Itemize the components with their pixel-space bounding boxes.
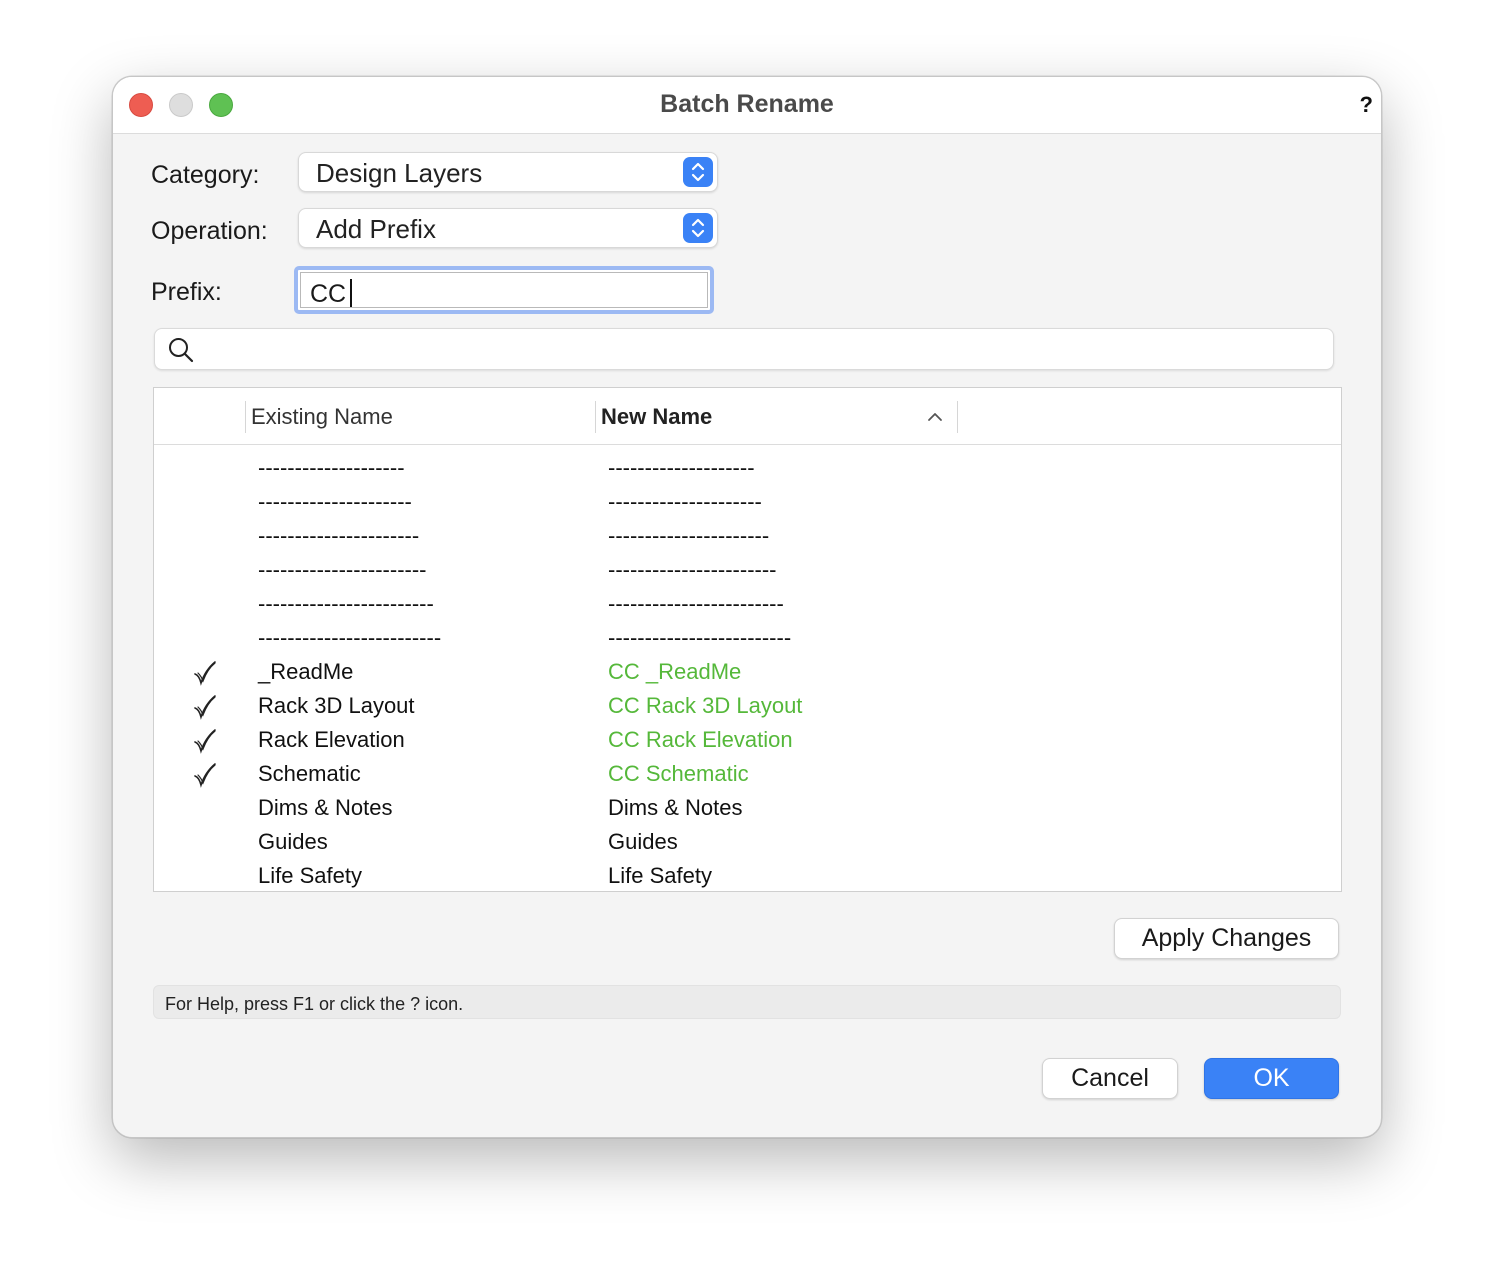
help-icon[interactable]: ? xyxy=(1360,92,1373,118)
text-caret xyxy=(350,279,352,307)
new-name-cell: -------------------- xyxy=(608,455,755,480)
table-row[interactable]: --------------------- -------------------… xyxy=(154,489,1341,523)
column-header-existing-name[interactable]: Existing Name xyxy=(251,404,393,430)
table-row[interactable]: Rack Elevation CC Rack Elevation xyxy=(154,727,1341,761)
table-header: Existing Name New Name xyxy=(154,388,1341,445)
new-name-cell: CC _ReadMe xyxy=(608,659,742,684)
title-bar: Batch Rename ? xyxy=(113,77,1381,134)
prefix-input-value: CC xyxy=(310,280,347,308)
checkmark-icon[interactable] xyxy=(192,728,218,754)
new-name-cell: Dims & Notes xyxy=(608,795,743,820)
category-select-value: Design Layers xyxy=(316,158,483,188)
existing-name-cell: --------------------- xyxy=(258,489,412,514)
new-name-cell: CC Rack Elevation xyxy=(608,727,793,752)
existing-name-cell: -------------------- xyxy=(258,455,405,480)
new-name-cell: CC Rack 3D Layout xyxy=(608,693,803,718)
new-name-cell: ---------------------- xyxy=(608,523,770,548)
checkmark-icon[interactable] xyxy=(192,762,218,788)
existing-name-cell: ----------------------- xyxy=(258,557,427,582)
existing-name-cell: ------------------------ xyxy=(258,591,434,616)
cancel-button[interactable]: Cancel xyxy=(1042,1058,1178,1099)
prefix-input[interactable]: CC xyxy=(294,266,714,314)
chevron-up-icon xyxy=(928,413,942,421)
up-down-chevron-icon xyxy=(683,213,713,243)
column-header-new-name[interactable]: New Name xyxy=(601,404,712,430)
operation-label: Operation: xyxy=(151,217,268,245)
new-name-cell: --------------------- xyxy=(608,489,762,514)
table-row[interactable]: Life Safety Life Safety xyxy=(154,863,1341,897)
checkmark-icon[interactable] xyxy=(192,694,218,720)
table-row[interactable]: ---------------------- ------------------… xyxy=(154,523,1341,557)
prefix-label: Prefix: xyxy=(151,278,222,306)
table-row[interactable]: ----------------------- -----------------… xyxy=(154,557,1341,591)
table-row[interactable]: -------------------- -------------------- xyxy=(154,455,1341,489)
new-name-cell: ------------------------ xyxy=(608,591,784,616)
ok-button[interactable]: OK xyxy=(1204,1058,1339,1099)
table-row[interactable]: ------------------------- ---------------… xyxy=(154,625,1341,659)
new-name-cell: ------------------------- xyxy=(608,625,792,650)
table-row[interactable]: ------------------------ ----------------… xyxy=(154,591,1341,625)
table-row[interactable]: Guides Guides xyxy=(154,829,1341,863)
existing-name-cell: ------------------------- xyxy=(258,625,442,650)
existing-name-cell: ---------------------- xyxy=(258,523,420,548)
operation-select[interactable]: Add Prefix xyxy=(298,208,718,248)
new-name-cell: ----------------------- xyxy=(608,557,777,582)
operation-select-value: Add Prefix xyxy=(316,214,436,244)
column-separator xyxy=(957,401,958,433)
column-separator xyxy=(245,401,246,433)
table-row[interactable]: Dims & Notes Dims & Notes xyxy=(154,795,1341,829)
table-row[interactable]: _ReadMe CC _ReadMe xyxy=(154,659,1341,693)
category-label: Category: xyxy=(151,161,260,189)
category-select[interactable]: Design Layers xyxy=(298,152,718,192)
up-down-chevron-icon xyxy=(683,157,713,187)
apply-changes-button[interactable]: Apply Changes xyxy=(1114,918,1339,959)
search-input[interactable] xyxy=(154,328,1334,370)
existing-name-cell: Rack 3D Layout xyxy=(258,693,415,718)
existing-name-cell: Life Safety xyxy=(258,863,362,888)
new-name-cell: CC Schematic xyxy=(608,761,749,786)
rename-table[interactable]: Existing Name New Name -----------------… xyxy=(153,387,1342,892)
new-name-cell: Life Safety xyxy=(608,863,712,888)
existing-name-cell: Rack Elevation xyxy=(258,727,405,752)
status-bar: For Help, press F1 or click the ? icon. xyxy=(153,985,1341,1019)
search-icon xyxy=(169,338,194,363)
column-separator xyxy=(595,401,596,433)
existing-name-cell: Dims & Notes xyxy=(258,795,393,820)
table-row[interactable]: Rack 3D Layout CC Rack 3D Layout xyxy=(154,693,1341,727)
new-name-cell: Guides xyxy=(608,829,678,854)
table-row[interactable]: Schematic CC Schematic xyxy=(154,761,1341,795)
existing-name-cell: Guides xyxy=(258,829,328,854)
window-title: Batch Rename xyxy=(660,90,834,118)
batch-rename-dialog: Batch Rename ? Category: Design Layers O… xyxy=(112,76,1382,1138)
checkmark-icon[interactable] xyxy=(192,660,218,686)
existing-name-cell: Schematic xyxy=(258,761,361,786)
existing-name-cell: _ReadMe xyxy=(258,659,354,684)
status-text: For Help, press F1 or click the ? icon. xyxy=(165,994,464,1014)
